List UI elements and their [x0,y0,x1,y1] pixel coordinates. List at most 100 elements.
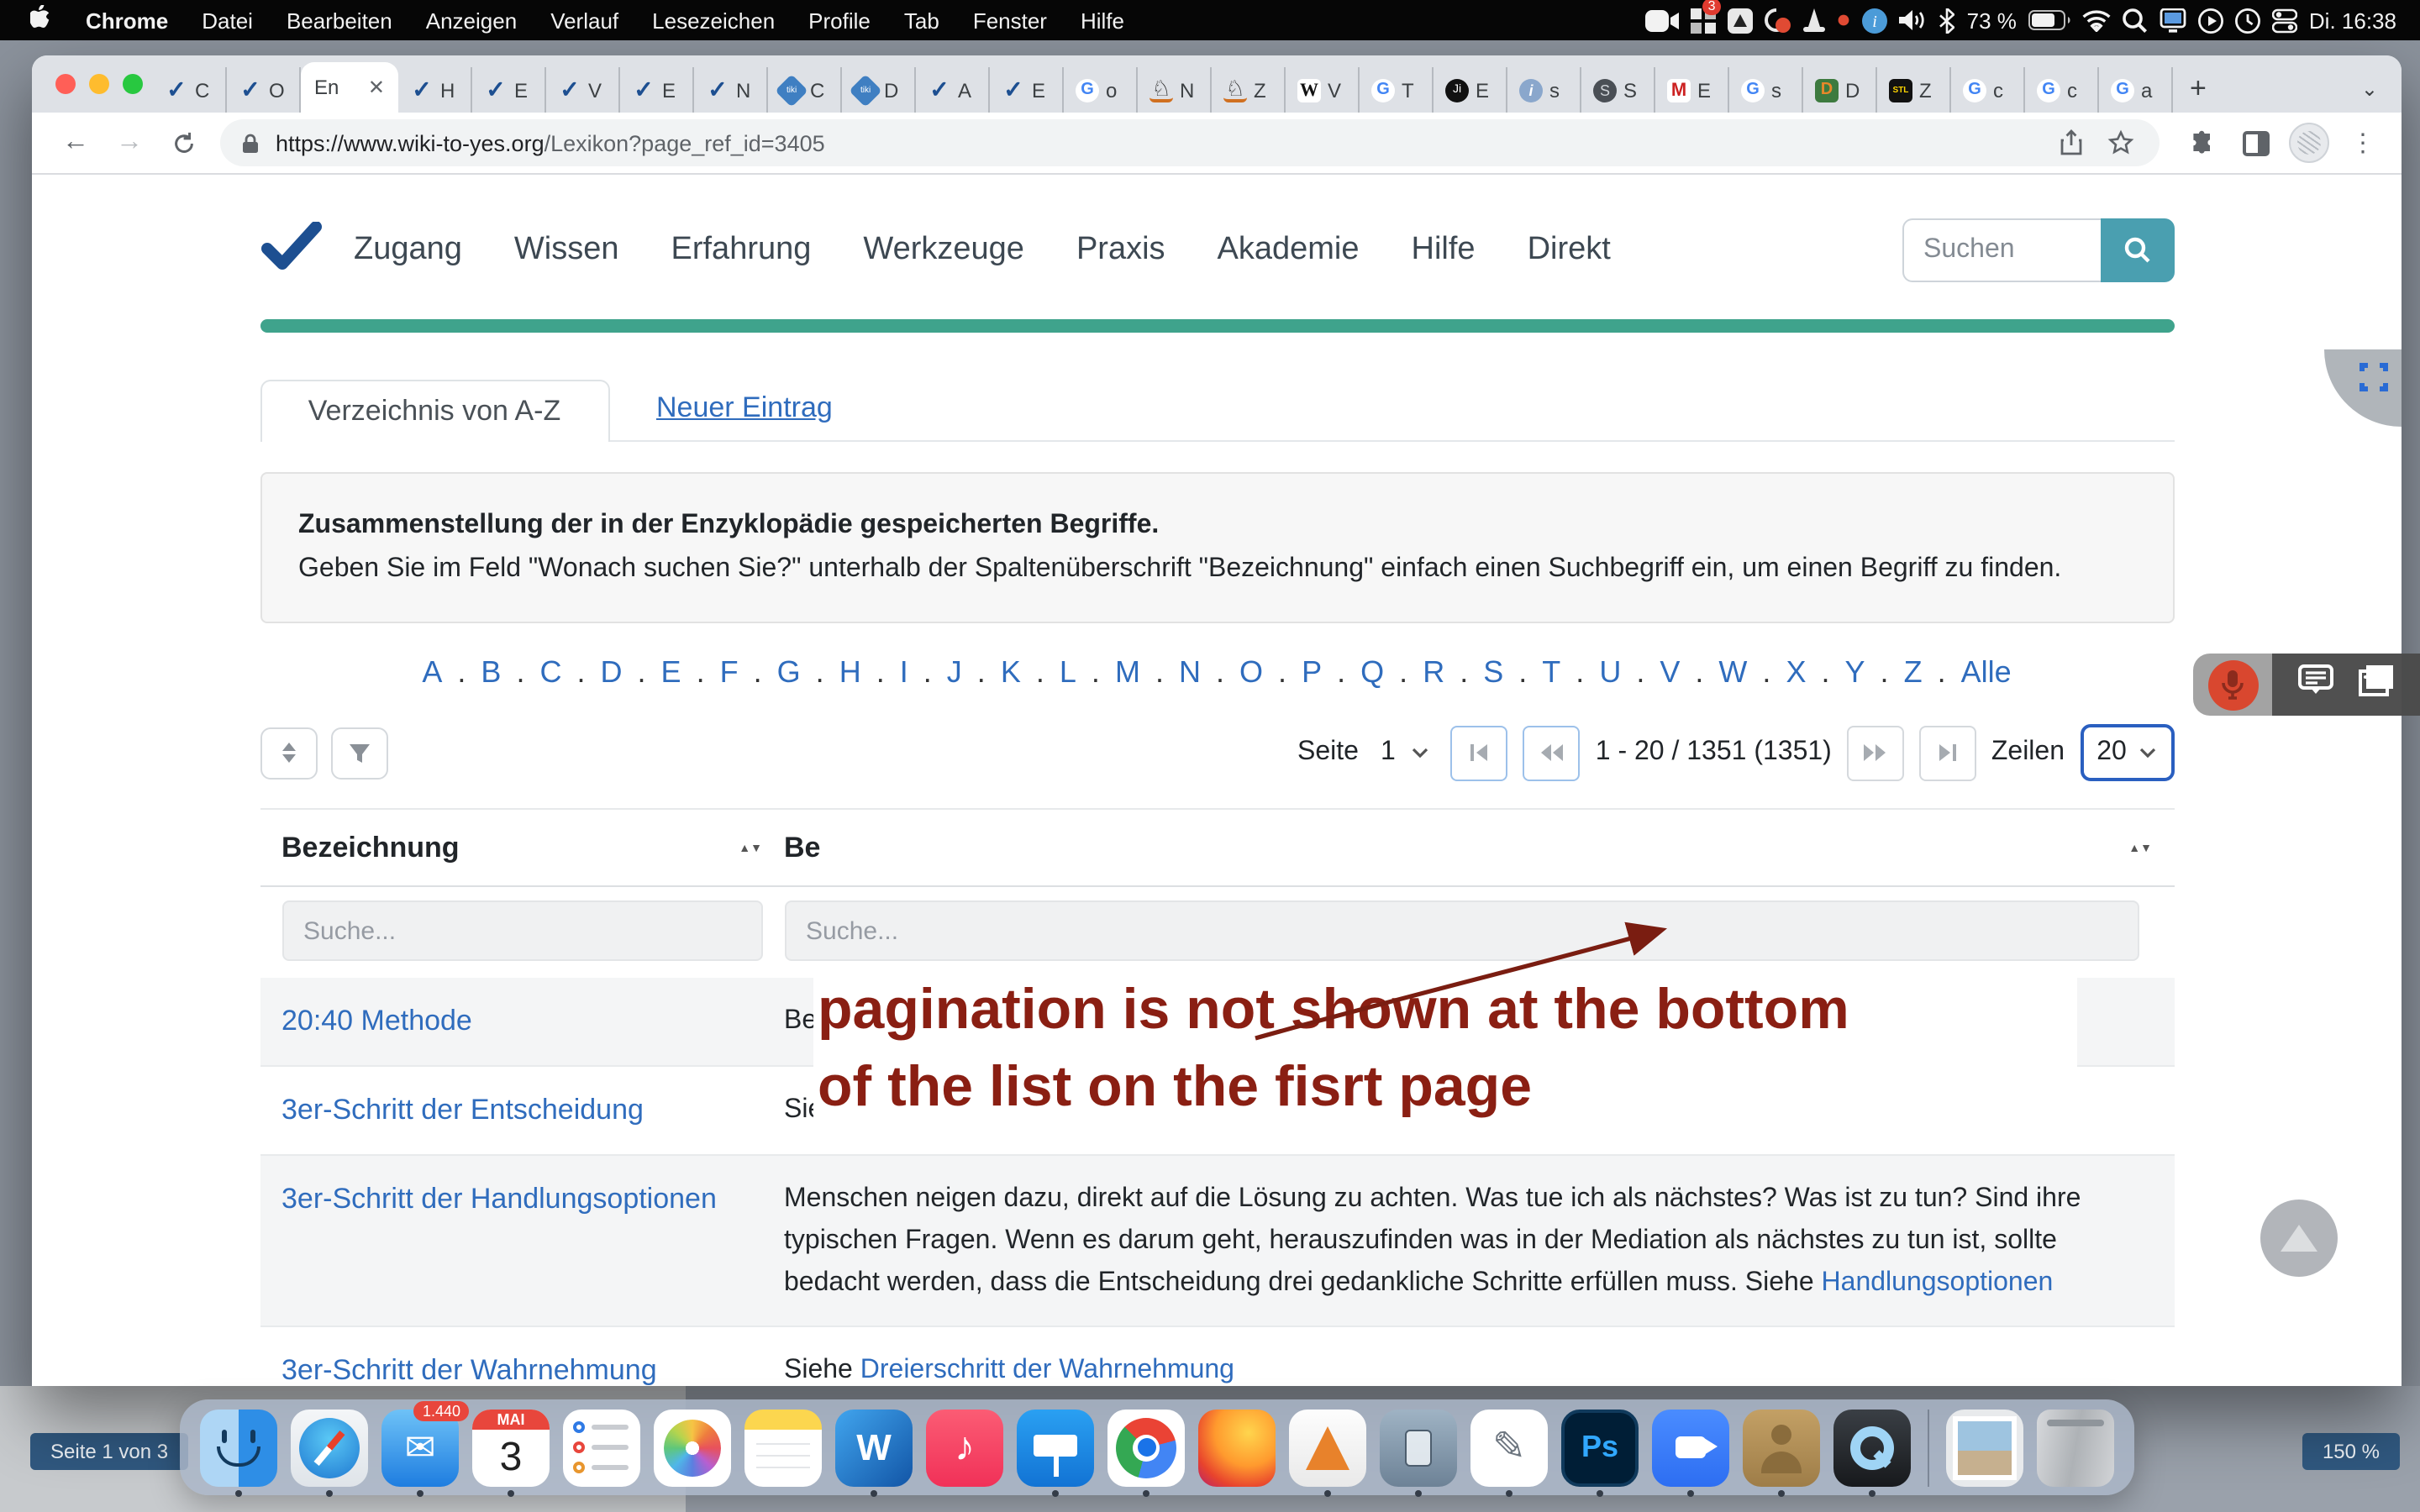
chrome-menu-button[interactable]: ⋮ [2341,121,2385,165]
browser-tab-16[interactable]: GT [1360,67,1434,113]
dock-item-notes[interactable] [738,1409,829,1486]
play-circle-icon[interactable] [2198,5,2223,35]
battery-icon[interactable] [2028,5,2070,35]
column-sort-icon[interactable]: ▲▼ [739,844,762,853]
browser-tab-18[interactable]: is [1507,67,1581,113]
safari-icon[interactable] [291,1409,368,1486]
browser-tab-20[interactable]: ME [1655,67,1729,113]
windows-button[interactable] [2359,664,2396,706]
photos-icon[interactable] [654,1409,731,1486]
time-machine-icon[interactable] [2235,5,2260,35]
menubar-item-lesezeichen[interactable]: Lesezeichen [635,8,792,33]
browser-tab-25[interactable]: Gc [2025,67,2099,113]
alphabet-link-R[interactable]: R [1423,655,1444,689]
menubar-clock[interactable]: Di. 16:38 [2309,8,2396,33]
menubar-item-datei[interactable]: Datei [185,8,270,33]
filter-button[interactable] [330,727,387,779]
browser-tab-0[interactable]: ✓C [153,67,227,113]
alphabet-link-P[interactable]: P [1302,655,1322,689]
browser-tab-17[interactable]: JiE [1434,67,1507,113]
side-panel-button[interactable] [2233,121,2277,165]
term-link[interactable]: 3er-Schritt der Handlungsoptionen [281,1183,717,1215]
dock-item-calendar[interactable]: MAI3 [466,1409,556,1486]
tab-search-chevron-icon[interactable]: ⌄ [2361,77,2378,101]
close-tab-icon[interactable]: ✕ [368,76,385,99]
dock-item-photoshop[interactable]: Ps [1555,1409,1645,1486]
column-sort-icon[interactable]: ▲▼ [2128,844,2152,853]
vlc-cone-icon[interactable] [1804,5,1826,35]
dock-item-music[interactable]: ♪ [919,1409,1010,1486]
chrome-icon[interactable] [1107,1409,1185,1486]
browser-tab-1[interactable]: ✓O [227,67,301,113]
alphabet-link-F[interactable]: F [720,655,739,689]
share-button[interactable] [2052,124,2089,161]
calendar-icon[interactable]: MAI3 [472,1409,550,1486]
page-select[interactable]: 1 [1374,738,1436,768]
apple-menu-icon[interactable] [30,5,52,35]
firefox-icon[interactable] [1198,1409,1276,1486]
textedit-icon[interactable]: ✎ [1470,1409,1548,1486]
browser-tab-14[interactable]: ♘Z [1212,67,1286,113]
alphabet-link-T[interactable]: T [1542,655,1560,689]
site-nav-werkzeuge[interactable]: Werkzeuge [863,232,1024,269]
sort-button[interactable] [260,727,317,779]
spotlight-icon[interactable] [2123,5,2148,35]
triangle-app-icon[interactable] [1728,5,1754,35]
alphabet-link-O[interactable]: O [1239,655,1263,689]
volume-icon[interactable] [1900,5,1928,35]
browser-tab-8[interactable]: tikiC [768,67,842,113]
browser-tab-19[interactable]: SS [1581,67,1655,113]
column-header-beschreibung[interactable]: Be ▲▼ [784,832,2152,865]
term-link[interactable]: 20:40 Methode [281,1005,472,1037]
wifi-icon[interactable] [2082,5,2111,35]
browser-tab-4[interactable]: ✓E [472,67,546,113]
alphabet-link-H[interactable]: H [839,655,861,689]
column-header-bezeichnung[interactable]: Bezeichnung ▲▼ [281,832,762,865]
minimize-window-button[interactable] [89,74,109,94]
close-window-button[interactable] [55,74,76,94]
info-circle-icon[interactable]: i [1863,5,1888,35]
screenshot-corner-overlay[interactable] [2324,349,2402,427]
description-link[interactable]: Dreierschritt der Wahrnehmung [860,1356,1234,1384]
word-icon[interactable]: W [835,1409,913,1486]
alphabet-link-S[interactable]: S [1483,655,1503,689]
zoom-window-button[interactable] [123,74,143,94]
last-page-button[interactable] [1919,725,1976,780]
browser-tab-active[interactable]: En✕ [301,62,398,113]
zoom-icon[interactable] [1652,1409,1729,1486]
dock-item-contacts[interactable] [1736,1409,1827,1486]
alphabet-link-A[interactable]: A [422,655,442,689]
dock-item-reminders[interactable] [556,1409,647,1486]
trash-icon[interactable] [2037,1409,2114,1486]
menubar-item-chrome[interactable]: Chrome [69,8,185,33]
alphabet-link-J[interactable]: J [947,655,962,689]
alphabet-link-Alle[interactable]: Alle [1961,655,2012,689]
browser-tab-10[interactable]: ✓A [916,67,990,113]
alphabet-link-D[interactable]: D [601,655,623,689]
menubar-item-bearbeiten[interactable]: Bearbeiten [270,8,409,33]
browser-tab-21[interactable]: Gs [1729,67,1803,113]
back-button[interactable]: ← [54,121,97,165]
alphabet-link-U[interactable]: U [1599,655,1621,689]
browser-tab-9[interactable]: tikiD [842,67,916,113]
bookmark-star-button[interactable] [2102,124,2139,161]
filter-bezeichnung-input[interactable] [281,900,762,961]
vlc-icon[interactable] [1289,1409,1366,1486]
browser-tab-23[interactable]: STLZ [1877,67,1951,113]
dock-item-firefox[interactable] [1192,1409,1282,1486]
filter-beschreibung-input[interactable] [784,900,2139,961]
alphabet-link-Q[interactable]: Q [1360,655,1384,689]
microphone-button[interactable] [2207,659,2258,710]
music-icon[interactable]: ♪ [926,1409,1003,1486]
site-nav-direkt[interactable]: Direkt [1528,232,1611,269]
photoshop-icon[interactable]: Ps [1561,1409,1639,1486]
profile-avatar[interactable] [2287,121,2331,165]
tab-verzeichnis[interactable]: Verzeichnis von A-Z [260,380,609,442]
recording-dot-icon[interactable] [1838,5,1851,35]
dock-item-downloads[interactable] [1939,1409,2030,1486]
alphabet-link-W[interactable]: W [1718,655,1747,689]
forward-button[interactable]: → [108,121,151,165]
site-nav-praxis[interactable]: Praxis [1076,232,1165,269]
site-nav-wissen[interactable]: Wissen [514,232,619,269]
screenshot-icon[interactable] [1380,1409,1457,1486]
